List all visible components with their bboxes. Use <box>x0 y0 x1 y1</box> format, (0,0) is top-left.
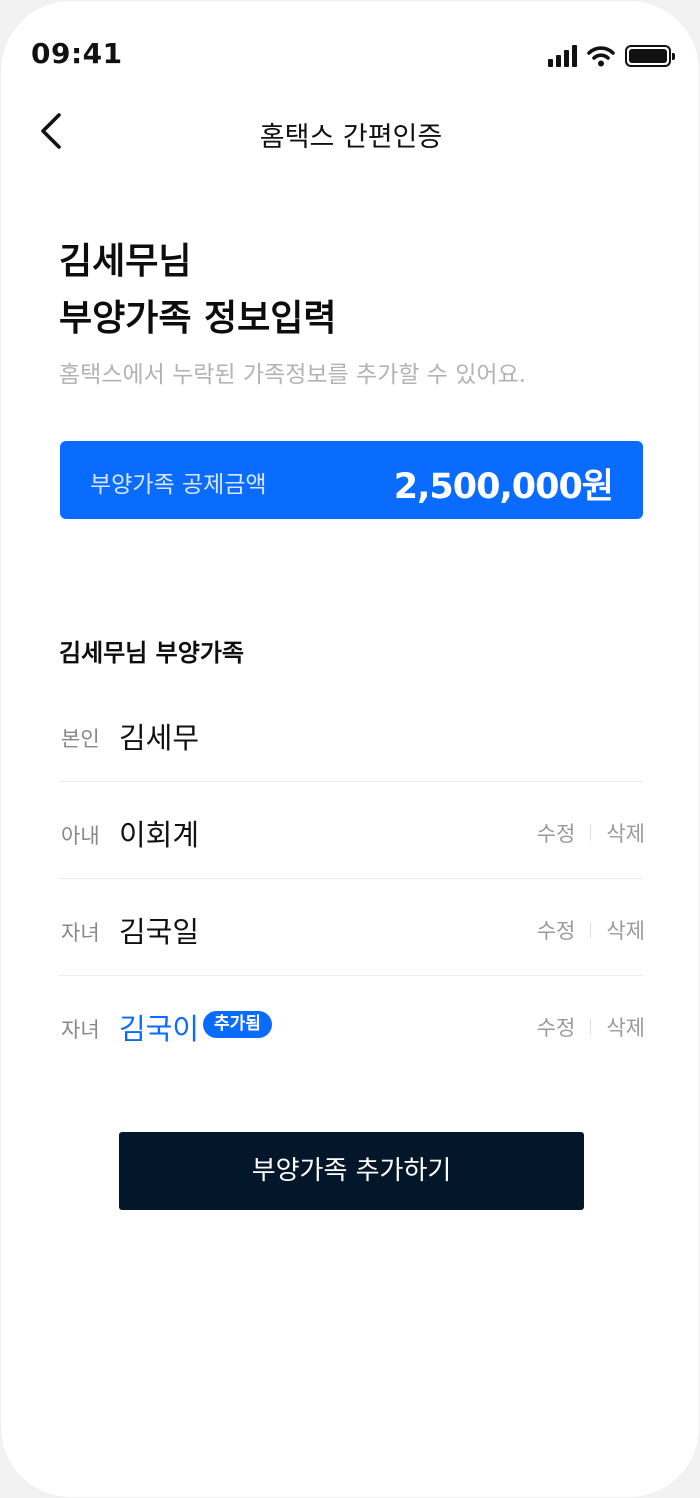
family-list: 본인 김세무 아내 이회계 수정 삭제 자녀 김국일 수정 삭제 자녀 김국이 … <box>59 685 645 1073</box>
row-actions: 수정 삭제 <box>537 1012 645 1042</box>
delete-button[interactable]: 삭제 <box>606 915 645 945</box>
delete-button[interactable]: 삭제 <box>606 818 645 848</box>
family-row-child-2: 자녀 김국이 추가됨 수정 삭제 <box>59 976 645 1073</box>
edit-button[interactable]: 수정 <box>537 1012 576 1042</box>
deduction-label: 부양가족 공제금액 <box>90 472 267 498</box>
member-name: 이회계 <box>119 818 200 852</box>
added-badge: 추가됨 <box>203 1011 272 1038</box>
main-heading: 김세무님 부양가족 정보입력 <box>59 233 337 347</box>
family-row-child-1: 자녀 김국일 수정 삭제 <box>59 879 645 976</box>
member-name: 김세무 <box>119 721 200 755</box>
status-bar: 09:41 <box>1 1 699 101</box>
heading-line-title: 부양가족 정보입력 <box>59 298 337 339</box>
delete-button[interactable]: 삭제 <box>606 1012 645 1042</box>
status-time: 09:41 <box>31 37 123 70</box>
member-name: 김국일 <box>119 915 200 949</box>
wifi-icon <box>587 46 615 67</box>
action-divider <box>590 825 592 841</box>
family-row-self: 본인 김세무 <box>59 685 643 782</box>
add-dependent-button[interactable]: 부양가족 추가하기 <box>119 1132 584 1210</box>
relation-label: 자녀 <box>61 1018 100 1042</box>
nav-bar: 홈택스 간편인증 <box>1 101 699 161</box>
edit-button[interactable]: 수정 <box>537 818 576 848</box>
member-name: 김국이 <box>119 1012 200 1046</box>
status-icons <box>548 41 675 71</box>
row-actions: 수정 삭제 <box>537 818 645 848</box>
deduction-summary-card: 부양가족 공제금액 2,500,000원 <box>60 441 643 519</box>
relation-label: 자녀 <box>61 921 100 945</box>
edit-button[interactable]: 수정 <box>537 915 576 945</box>
page-title: 홈택스 간편인증 <box>259 122 443 153</box>
family-row-wife: 아내 이회계 수정 삭제 <box>59 782 645 879</box>
description-text: 홈택스에서 누락된 가족정보를 추가할 수 있어요. <box>59 362 527 388</box>
phone-screen: 09:41 홈택스 간편인증 김세무님 부양가족 정보입력 홈택스에서 누락된 … <box>0 0 700 1498</box>
heading-line-name: 김세무님 <box>59 241 192 282</box>
row-actions: 수정 삭제 <box>537 915 645 945</box>
relation-label: 아내 <box>61 824 100 848</box>
action-divider <box>590 922 592 938</box>
cellular-signal-icon <box>548 45 577 67</box>
relation-label: 본인 <box>61 727 100 751</box>
battery-icon <box>625 45 675 67</box>
action-divider <box>590 1019 592 1035</box>
deduction-amount: 2,500,000원 <box>393 467 614 507</box>
section-title: 김세무님 부양가족 <box>59 639 244 667</box>
